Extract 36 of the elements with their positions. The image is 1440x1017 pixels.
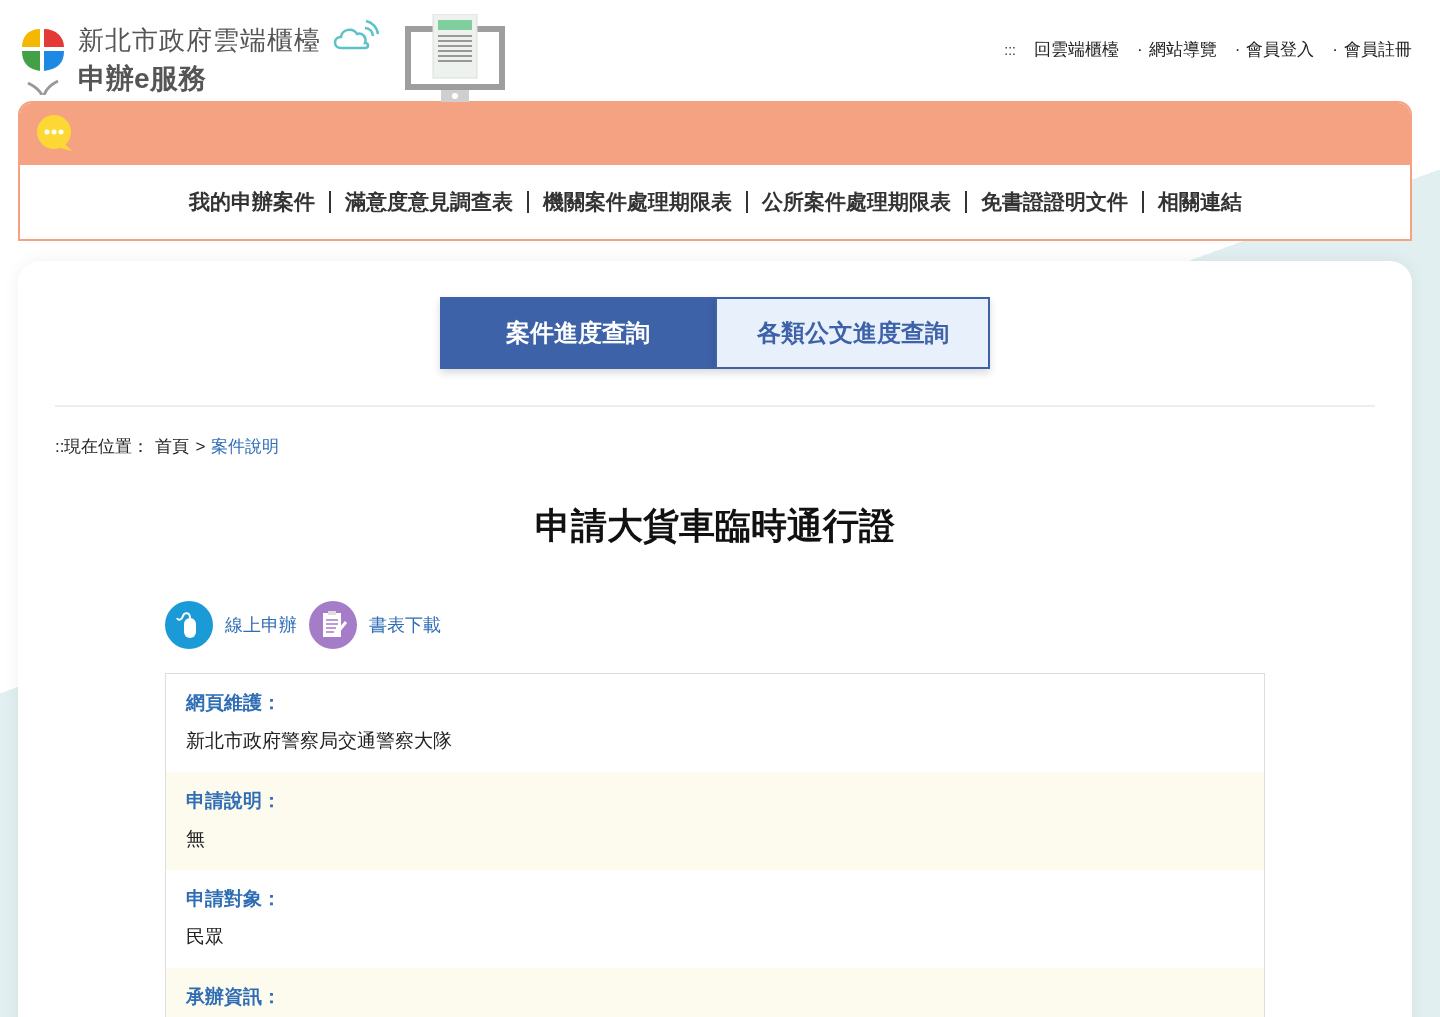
nav-link[interactable]: 我的申辦案件 bbox=[174, 188, 329, 216]
bullet-mark: · bbox=[1234, 39, 1241, 60]
mouse-icon bbox=[165, 601, 213, 649]
nav-link[interactable]: 相關連結 bbox=[1143, 188, 1256, 216]
top-link[interactable]: 網站導覽 bbox=[1148, 38, 1217, 61]
breadcrumb-link[interactable]: 案件說明 bbox=[211, 435, 280, 458]
page-title: 申請大貨車臨時通行證 bbox=[534, 504, 896, 548]
action-link[interactable]: 書表下載 bbox=[369, 613, 441, 637]
top-link[interactable]: 回雲端櫃檯 bbox=[1034, 38, 1119, 61]
nav-link[interactable]: 機關案件處理期限表 bbox=[528, 188, 746, 216]
service-name: 申辦e服務 bbox=[78, 61, 207, 96]
top-link[interactable]: 會員註冊 bbox=[1344, 38, 1412, 61]
breadcrumb-separator: > bbox=[195, 436, 206, 457]
cloud-icon bbox=[331, 18, 379, 52]
field-label: 申請說明： bbox=[186, 789, 282, 813]
nav-link[interactable]: 公所案件處理期限表 bbox=[747, 188, 965, 216]
accesskey-mark: ::: bbox=[1004, 41, 1016, 58]
action-link[interactable]: 線上申辦 bbox=[225, 613, 297, 637]
field-value: 新北市政府警察局交通警察大隊 bbox=[186, 729, 453, 753]
bullet-mark: · bbox=[1332, 39, 1338, 60]
chat-bubble-icon bbox=[36, 115, 74, 153]
field-value: 無 bbox=[186, 827, 206, 851]
clipboard-icon bbox=[309, 601, 357, 649]
field-label: 申請對象： bbox=[186, 887, 282, 911]
nav-link[interactable]: 滿意度意見調查表 bbox=[330, 188, 527, 216]
tab[interactable]: 各類公文進度查詢 bbox=[715, 297, 990, 369]
breadcrumb-label: ::現在位置： bbox=[55, 436, 150, 458]
top-link[interactable]: 會員登入 bbox=[1246, 38, 1315, 61]
breadcrumb-link[interactable]: 首頁 bbox=[155, 435, 190, 458]
bullet-mark: · bbox=[1137, 39, 1143, 60]
field-label: 網頁維護： bbox=[186, 691, 282, 715]
site-name: 新北市政府雲端櫃檯 bbox=[78, 23, 321, 57]
tab[interactable]: 案件進度查詢 bbox=[440, 297, 715, 369]
nav-link[interactable]: 免書證證明文件 bbox=[966, 188, 1142, 216]
field-value: 民眾 bbox=[186, 925, 225, 949]
field-label: 承辦資訊： bbox=[186, 985, 282, 1009]
